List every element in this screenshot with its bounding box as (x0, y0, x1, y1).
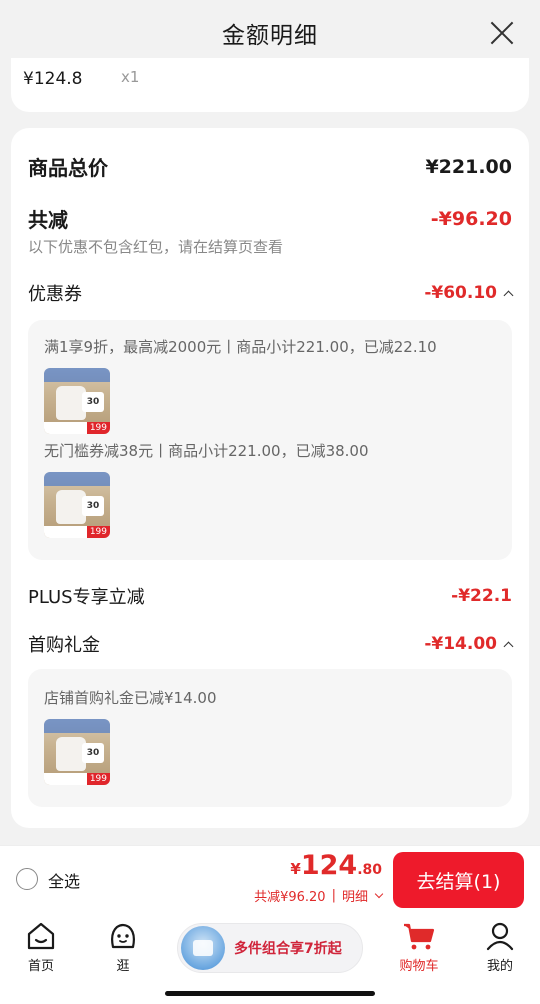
reduce-row: 共减 -¥96.20 (28, 204, 512, 233)
thumb-price: 199 (86, 773, 110, 785)
bottom-reduce-text: 共减¥96.20 (254, 890, 326, 905)
reduce-value: -¥96.20 (430, 207, 512, 230)
product-thumbnail: 30 199 (44, 472, 110, 538)
item-card: ¥124.8 x1 (11, 58, 529, 112)
thumb-price: 199 (86, 422, 110, 434)
header: 金额明细 (0, 0, 540, 66)
chevron-up-icon[interactable] (503, 290, 514, 300)
coupon-detail-box: 满1享9折，最高减2000元丨商品小计221.00，已减22.10 30 199… (28, 320, 512, 560)
home-indicator (165, 991, 375, 996)
discount-note: 以下优惠不包含红包，请在结算页查看 (28, 238, 284, 256)
total-value: ¥221.00 (425, 155, 512, 178)
coupon-value: -¥60.10 (424, 283, 497, 303)
total-amount: ¥ 124 .80 (290, 850, 382, 881)
tab-mine[interactable]: 我的 (470, 921, 530, 974)
thumb-badge: 30 (82, 496, 104, 516)
gift-row[interactable]: 首购礼金 -¥14.00 (28, 631, 514, 657)
product-thumbnail: 30 199 (44, 719, 110, 785)
total-row: 商品总价 ¥221.00 (28, 152, 512, 181)
tab-mine-label: 我的 (486, 959, 513, 974)
tab-browse[interactable]: 逛 (93, 921, 153, 974)
detail-link[interactable]: 明细 (342, 886, 368, 905)
select-all-label[interactable]: 全选 (48, 868, 80, 892)
plus-label: PLUS专享立减 (28, 587, 145, 608)
coupon-line-2: 无门槛券减38元丨商品小计221.00，已减38.00 (44, 442, 369, 460)
checkout-button[interactable]: 去结算(1) (393, 852, 524, 908)
gift-label: 首购礼金 (28, 635, 100, 656)
coupon-line-1: 满1享9折，最高减2000元丨商品小计221.00，已减22.10 (44, 338, 437, 356)
plus-value: -¥22.1 (451, 586, 512, 606)
gift-value: -¥14.00 (424, 634, 497, 654)
user-icon (486, 922, 514, 951)
gift-value-wrap[interactable]: -¥14.00 (424, 634, 514, 654)
reduce-detail-toggle[interactable]: 共减¥96.20 | 明细 (254, 886, 384, 905)
tab-cart-label: 购物车 (399, 959, 439, 974)
promo-product-image (181, 926, 225, 970)
chevron-up-icon[interactable] (503, 641, 514, 651)
reduce-label: 共减 (28, 208, 68, 232)
tab-cart[interactable]: 购物车 (389, 921, 449, 974)
coupon-value-wrap[interactable]: -¥60.10 (424, 283, 514, 303)
total-decimal: .80 (357, 862, 382, 878)
home-icon (27, 922, 55, 950)
divider: | (331, 888, 336, 903)
cart-icon (404, 923, 435, 950)
thumb-badge: 30 (82, 392, 104, 412)
tab-home-label: 首页 (27, 959, 54, 974)
price-detail-card: 商品总价 ¥221.00 共减 -¥96.20 以下优惠不包含红包，请在结算页查… (11, 128, 529, 828)
chevron-down-icon[interactable] (374, 889, 384, 898)
page-title: 金额明细 (222, 23, 318, 49)
item-price: ¥124.8 (23, 69, 83, 89)
browse-icon (111, 923, 135, 949)
close-icon[interactable] (490, 21, 514, 45)
thumb-badge: 30 (82, 743, 104, 763)
thumb-price: 199 (86, 526, 110, 538)
tab-browse-label: 逛 (116, 959, 130, 974)
checkout-bar: 全选 ¥ 124 .80 共减¥96.20 | 明细 去结算(1) (0, 845, 540, 913)
coupon-row[interactable]: 优惠券 -¥60.10 (28, 280, 514, 306)
total-currency: ¥ (290, 860, 301, 878)
plus-row: PLUS专享立减 -¥22.1 (28, 583, 512, 609)
product-thumbnail: 30 199 (44, 368, 110, 434)
select-all-radio[interactable] (16, 868, 38, 890)
total-label: 商品总价 (28, 156, 108, 180)
gift-line: 店铺首购礼金已减¥14.00 (44, 689, 217, 707)
gift-detail-box: 店铺首购礼金已减¥14.00 30 199 (28, 669, 512, 807)
promo-banner[interactable]: 多件组合享7折起 (177, 923, 363, 973)
promo-text: 多件组合享7折起 (234, 941, 342, 957)
total-integer: 124 (300, 850, 358, 881)
coupon-label: 优惠券 (28, 284, 82, 305)
item-quantity: x1 (121, 68, 140, 86)
tab-home[interactable]: 首页 (11, 921, 71, 974)
